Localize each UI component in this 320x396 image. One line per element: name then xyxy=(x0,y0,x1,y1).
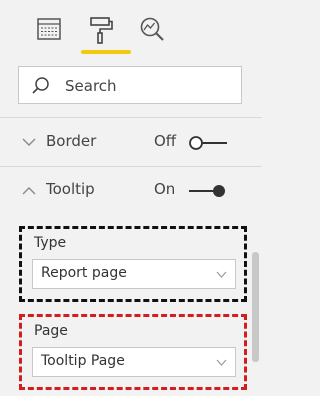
border-section-label: Border xyxy=(46,132,97,150)
fields-tab[interactable] xyxy=(26,8,70,54)
page-dropdown[interactable]: Tooltip Page xyxy=(32,347,236,377)
page-dropdown-value: Tooltip Page xyxy=(41,353,125,369)
border-toggle[interactable] xyxy=(188,135,228,151)
border-toggle-state: Off xyxy=(154,132,177,150)
type-dropdown[interactable]: Report page xyxy=(32,259,236,289)
divider xyxy=(0,117,262,118)
search-icon xyxy=(32,77,49,94)
search-input[interactable] xyxy=(63,73,237,99)
chevron-up-icon xyxy=(22,187,36,195)
format-tab[interactable] xyxy=(78,8,131,54)
analytics-tab[interactable] xyxy=(128,8,172,54)
chevron-down-icon xyxy=(216,359,227,366)
search-box[interactable] xyxy=(18,66,242,104)
page-field-highlight: Page Tooltip Page xyxy=(19,314,247,390)
type-label: Type xyxy=(34,235,67,251)
tooltip-toggle[interactable] xyxy=(188,183,228,199)
tooltip-section-header[interactable]: Tooltip On xyxy=(0,169,262,213)
format-paint-roller-icon xyxy=(90,17,113,44)
fields-icon xyxy=(37,18,61,40)
page-label: Page xyxy=(34,323,68,339)
analytics-magnifier-icon xyxy=(140,17,164,41)
chevron-down-icon xyxy=(22,138,36,146)
chevron-down-icon xyxy=(216,271,227,278)
visualizations-toolbar xyxy=(0,0,262,60)
divider xyxy=(0,166,262,167)
tooltip-toggle-state: On xyxy=(154,180,176,198)
active-tab-underline xyxy=(81,50,131,54)
type-field-highlight: Type Report page xyxy=(19,226,247,302)
border-section-header[interactable]: Border Off xyxy=(0,121,262,165)
type-dropdown-value: Report page xyxy=(41,265,127,281)
scrollbar-thumb[interactable] xyxy=(252,252,259,362)
tooltip-section-label: Tooltip xyxy=(46,180,95,198)
